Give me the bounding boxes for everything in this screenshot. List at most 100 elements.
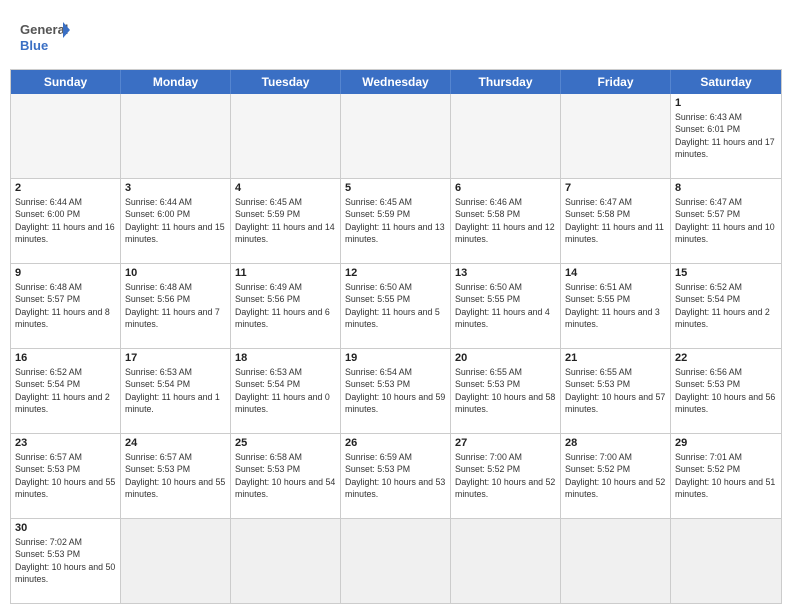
calendar-cell [231, 94, 341, 178]
logo: General Blue [20, 16, 70, 61]
day-info: Sunrise: 6:59 AMSunset: 5:53 PMDaylight:… [345, 451, 446, 500]
calendar-cell: 15 Sunrise: 6:52 AMSunset: 5:54 PMDaylig… [671, 264, 781, 348]
day-number: 20 [455, 352, 556, 364]
day-number: 18 [235, 352, 336, 364]
day-info: Sunrise: 6:46 AMSunset: 5:58 PMDaylight:… [455, 196, 556, 245]
day-number: 5 [345, 182, 446, 194]
day-info: Sunrise: 6:44 AMSunset: 6:00 PMDaylight:… [125, 196, 226, 245]
calendar-cell: 2 Sunrise: 6:44 AMSunset: 6:00 PMDayligh… [11, 179, 121, 263]
day-number: 21 [565, 352, 666, 364]
day-number: 17 [125, 352, 226, 364]
header: General Blue [0, 0, 792, 69]
calendar-cell: 24 Sunrise: 6:57 AMSunset: 5:53 PMDaylig… [121, 434, 231, 518]
calendar: Sunday Monday Tuesday Wednesday Thursday… [10, 69, 782, 604]
day-info: Sunrise: 6:47 AMSunset: 5:58 PMDaylight:… [565, 196, 666, 245]
day-info: Sunrise: 7:00 AMSunset: 5:52 PMDaylight:… [455, 451, 556, 500]
calendar-cell [121, 94, 231, 178]
calendar-week-4: 16 Sunrise: 6:52 AMSunset: 5:54 PMDaylig… [11, 348, 781, 433]
day-info: Sunrise: 6:55 AMSunset: 5:53 PMDaylight:… [455, 366, 556, 415]
calendar-cell: 29 Sunrise: 7:01 AMSunset: 5:52 PMDaylig… [671, 434, 781, 518]
day-info: Sunrise: 6:49 AMSunset: 5:56 PMDaylight:… [235, 281, 336, 330]
day-info: Sunrise: 7:00 AMSunset: 5:52 PMDaylight:… [565, 451, 666, 500]
day-number: 24 [125, 437, 226, 449]
calendar-cell: 18 Sunrise: 6:53 AMSunset: 5:54 PMDaylig… [231, 349, 341, 433]
day-number: 12 [345, 267, 446, 279]
day-info: Sunrise: 6:51 AMSunset: 5:55 PMDaylight:… [565, 281, 666, 330]
day-number: 4 [235, 182, 336, 194]
calendar-week-2: 2 Sunrise: 6:44 AMSunset: 6:00 PMDayligh… [11, 178, 781, 263]
calendar-cell: 16 Sunrise: 6:52 AMSunset: 5:54 PMDaylig… [11, 349, 121, 433]
calendar-cell: 13 Sunrise: 6:50 AMSunset: 5:55 PMDaylig… [451, 264, 561, 348]
weekday-sunday: Sunday [11, 70, 121, 94]
day-info: Sunrise: 6:53 AMSunset: 5:54 PMDaylight:… [235, 366, 336, 415]
day-info: Sunrise: 6:45 AMSunset: 5:59 PMDaylight:… [235, 196, 336, 245]
day-info: Sunrise: 6:57 AMSunset: 5:53 PMDaylight:… [125, 451, 226, 500]
weekday-wednesday: Wednesday [341, 70, 451, 94]
day-number: 7 [565, 182, 666, 194]
day-number: 2 [15, 182, 116, 194]
weekday-saturday: Saturday [671, 70, 781, 94]
calendar-cell: 28 Sunrise: 7:00 AMSunset: 5:52 PMDaylig… [561, 434, 671, 518]
day-info: Sunrise: 7:02 AMSunset: 5:53 PMDaylight:… [15, 536, 116, 585]
calendar-cell: 8 Sunrise: 6:47 AMSunset: 5:57 PMDayligh… [671, 179, 781, 263]
day-number: 10 [125, 267, 226, 279]
day-number: 16 [15, 352, 116, 364]
day-info: Sunrise: 7:01 AMSunset: 5:52 PMDaylight:… [675, 451, 777, 500]
day-info: Sunrise: 6:55 AMSunset: 5:53 PMDaylight:… [565, 366, 666, 415]
day-info: Sunrise: 6:50 AMSunset: 5:55 PMDaylight:… [345, 281, 446, 330]
day-number: 9 [15, 267, 116, 279]
day-info: Sunrise: 6:47 AMSunset: 5:57 PMDaylight:… [675, 196, 777, 245]
day-info: Sunrise: 6:50 AMSunset: 5:55 PMDaylight:… [455, 281, 556, 330]
weekday-friday: Friday [561, 70, 671, 94]
calendar-cell: 23 Sunrise: 6:57 AMSunset: 5:53 PMDaylig… [11, 434, 121, 518]
day-info: Sunrise: 6:52 AMSunset: 5:54 PMDaylight:… [15, 366, 116, 415]
calendar-header: Sunday Monday Tuesday Wednesday Thursday… [11, 70, 781, 94]
logo-svg: General Blue [20, 16, 70, 61]
day-number: 3 [125, 182, 226, 194]
day-number: 29 [675, 437, 777, 449]
day-info: Sunrise: 6:48 AMSunset: 5:57 PMDaylight:… [15, 281, 116, 330]
calendar-cell: 27 Sunrise: 7:00 AMSunset: 5:52 PMDaylig… [451, 434, 561, 518]
day-info: Sunrise: 6:45 AMSunset: 5:59 PMDaylight:… [345, 196, 446, 245]
day-number: 26 [345, 437, 446, 449]
calendar-cell: 30 Sunrise: 7:02 AMSunset: 5:53 PMDaylig… [11, 519, 121, 603]
day-number: 6 [455, 182, 556, 194]
svg-text:General: General [20, 22, 68, 37]
calendar-cell: 22 Sunrise: 6:56 AMSunset: 5:53 PMDaylig… [671, 349, 781, 433]
calendar-cell: 25 Sunrise: 6:58 AMSunset: 5:53 PMDaylig… [231, 434, 341, 518]
calendar-cell: 14 Sunrise: 6:51 AMSunset: 5:55 PMDaylig… [561, 264, 671, 348]
day-number: 23 [15, 437, 116, 449]
day-info: Sunrise: 6:53 AMSunset: 5:54 PMDaylight:… [125, 366, 226, 415]
calendar-week-1: 1 Sunrise: 6:43 AMSunset: 6:01 PMDayligh… [11, 94, 781, 178]
calendar-cell: 6 Sunrise: 6:46 AMSunset: 5:58 PMDayligh… [451, 179, 561, 263]
calendar-cell [561, 94, 671, 178]
day-number: 19 [345, 352, 446, 364]
calendar-cell: 20 Sunrise: 6:55 AMSunset: 5:53 PMDaylig… [451, 349, 561, 433]
calendar-cell: 12 Sunrise: 6:50 AMSunset: 5:55 PMDaylig… [341, 264, 451, 348]
calendar-body: 1 Sunrise: 6:43 AMSunset: 6:01 PMDayligh… [11, 94, 781, 603]
svg-text:Blue: Blue [20, 38, 48, 53]
calendar-cell: 4 Sunrise: 6:45 AMSunset: 5:59 PMDayligh… [231, 179, 341, 263]
day-number: 30 [15, 522, 116, 534]
page: General Blue Sunday Monday Tuesday Wedne… [0, 0, 792, 612]
calendar-cell [341, 519, 451, 603]
day-number: 13 [455, 267, 556, 279]
calendar-cell: 19 Sunrise: 6:54 AMSunset: 5:53 PMDaylig… [341, 349, 451, 433]
weekday-tuesday: Tuesday [231, 70, 341, 94]
calendar-cell: 5 Sunrise: 6:45 AMSunset: 5:59 PMDayligh… [341, 179, 451, 263]
day-info: Sunrise: 6:48 AMSunset: 5:56 PMDaylight:… [125, 281, 226, 330]
day-number: 22 [675, 352, 777, 364]
calendar-cell: 26 Sunrise: 6:59 AMSunset: 5:53 PMDaylig… [341, 434, 451, 518]
day-number: 15 [675, 267, 777, 279]
day-number: 28 [565, 437, 666, 449]
calendar-cell: 3 Sunrise: 6:44 AMSunset: 6:00 PMDayligh… [121, 179, 231, 263]
day-info: Sunrise: 6:43 AMSunset: 6:01 PMDaylight:… [675, 111, 777, 160]
day-number: 8 [675, 182, 777, 194]
day-number: 14 [565, 267, 666, 279]
calendar-cell [451, 94, 561, 178]
day-number: 25 [235, 437, 336, 449]
calendar-cell [671, 519, 781, 603]
weekday-monday: Monday [121, 70, 231, 94]
day-info: Sunrise: 6:58 AMSunset: 5:53 PMDaylight:… [235, 451, 336, 500]
calendar-cell: 10 Sunrise: 6:48 AMSunset: 5:56 PMDaylig… [121, 264, 231, 348]
